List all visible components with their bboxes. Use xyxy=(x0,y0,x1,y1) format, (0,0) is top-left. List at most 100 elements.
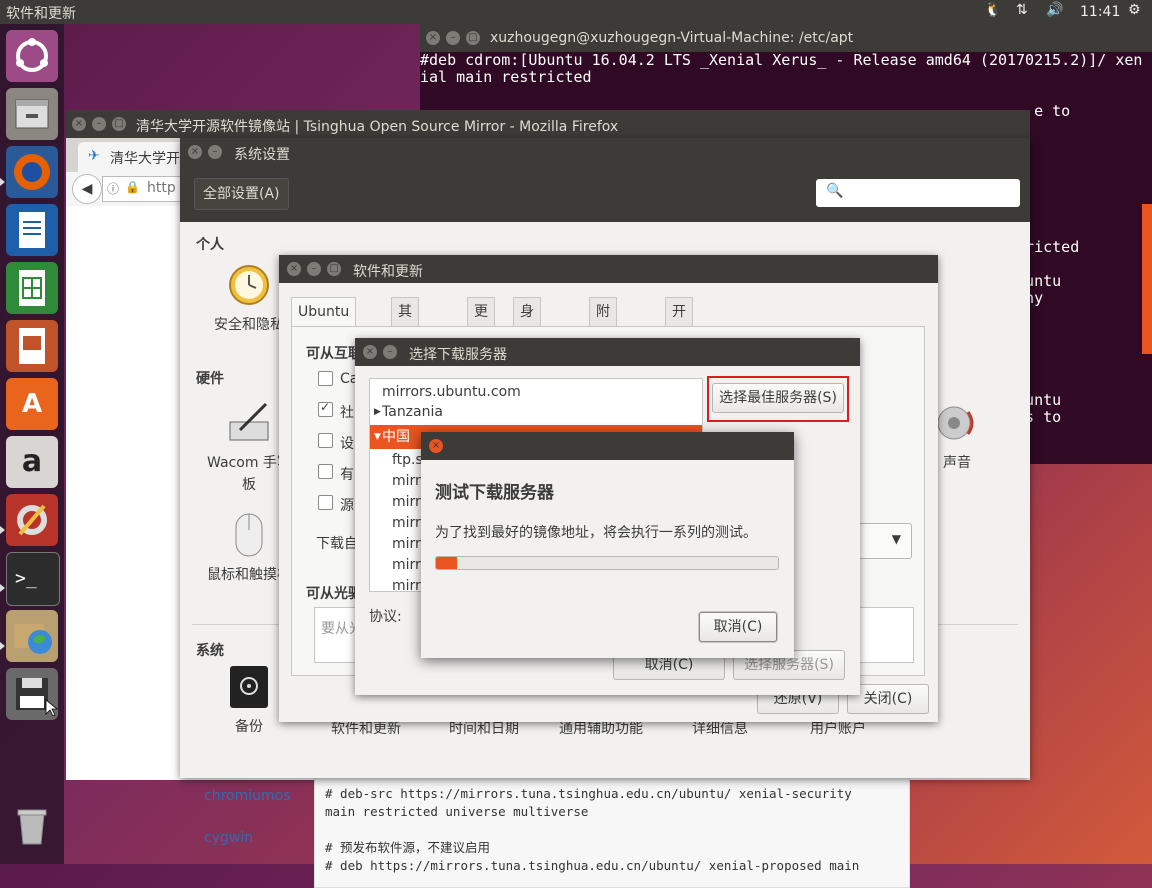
check-icon: ✓ xyxy=(320,400,331,414)
cs-title: 选择下载服务器 xyxy=(409,347,507,363)
terminal-scrollbar[interactable] xyxy=(1142,204,1152,354)
tab-developer-options[interactable]: 开发者选项 xyxy=(665,297,693,432)
network-icon[interactable]: ⇅ xyxy=(1016,2,1028,18)
files-icon[interactable] xyxy=(6,88,58,140)
checkbox-restricted[interactable] xyxy=(318,464,333,479)
protocol-label: 协议: xyxy=(369,609,402,625)
writer-icon[interactable] xyxy=(6,204,58,256)
minimize-icon[interactable]: – xyxy=(383,345,397,359)
checkbox-community[interactable]: ✓ xyxy=(318,400,333,417)
calc-icon[interactable] xyxy=(6,262,58,314)
launcher: A a >_ xyxy=(0,24,64,864)
close-icon[interactable]: × xyxy=(188,145,202,159)
url-text: http xyxy=(147,180,176,196)
minimize-icon[interactable]: – xyxy=(208,145,222,159)
list-item[interactable]: ▶ Tanzania xyxy=(370,401,702,423)
terminal-line: ial main restricted xyxy=(420,68,592,86)
clock-history-icon xyxy=(226,262,272,308)
checkbox-source[interactable] xyxy=(318,495,333,510)
close-icon[interactable]: × xyxy=(72,117,86,131)
all-settings-button[interactable]: 全部设置(A) xyxy=(194,178,289,210)
tux-icon[interactable]: 🐧 xyxy=(984,2,1001,18)
code-block: # deb-src https://mirrors.tuna.tsinghua.… xyxy=(314,776,910,888)
software-updates-icon[interactable] xyxy=(6,610,58,662)
tab-label: 清华大学开 xyxy=(110,151,180,167)
checkbox-label: 社 xyxy=(340,405,354,421)
close-icon[interactable]: × xyxy=(363,345,377,359)
dialog-heading: 测试下载服务器 xyxy=(435,483,554,503)
expander-icon[interactable]: ▶ xyxy=(374,401,381,423)
checkbox-label: 源 xyxy=(340,498,354,514)
checkbox-label: 设 xyxy=(340,436,354,452)
download-server-dropdown[interactable]: ▼ xyxy=(852,523,912,559)
minimize-icon[interactable]: – xyxy=(446,31,460,45)
test-servers-dialog: × 测试下载服务器 为了找到最好的镜像地址，将会执行一系列的测试。 取消(C) xyxy=(421,432,794,658)
tab-authentication[interactable]: 身份验证 xyxy=(513,297,541,404)
software-center-icon[interactable]: A xyxy=(6,378,58,430)
dialog-message: 为了找到最好的镜像地址，将会执行一系列的测试。 xyxy=(435,525,757,541)
search-icon: 🔍 xyxy=(826,183,844,199)
select-best-server-button[interactable]: 选择最佳服务器(S) xyxy=(712,383,844,413)
dash-icon[interactable] xyxy=(6,30,58,82)
gear-icon[interactable]: ⚙ xyxy=(1128,2,1141,18)
close-icon[interactable]: × xyxy=(426,31,440,45)
settings-item-label: 详细信息 xyxy=(692,721,748,737)
firefox-icon[interactable] xyxy=(6,146,58,198)
firefox-titlebar: × – □ 清华大学开源软件镜像站 | Tsinghua Open Source… xyxy=(66,110,1030,138)
info-icon[interactable]: ⓘ xyxy=(107,180,119,197)
terminal-titlebar: × – □ xuzhougegn@xuzhougegn-Virtual-Mach… xyxy=(420,24,1152,52)
save-disk-icon[interactable] xyxy=(6,668,59,720)
sidebar-link[interactable]: chromiumos xyxy=(204,788,290,804)
cs-titlebar: × – 选择下载服务器 xyxy=(355,338,860,366)
cancel-button[interactable]: 取消(C) xyxy=(699,612,777,642)
back-button[interactable]: ◀ xyxy=(72,174,102,204)
active-app-title: 软件和更新 xyxy=(6,6,76,22)
td-titlebar: × xyxy=(421,432,794,460)
mouse-icon xyxy=(226,512,272,558)
search-input[interactable]: 🔍 xyxy=(816,179,1020,207)
code-line: # deb https://mirrors.tuna.tsinghua.edu.… xyxy=(325,858,860,873)
download-from-label: 下载自 xyxy=(316,536,358,552)
maximize-icon[interactable]: □ xyxy=(327,262,341,276)
minimize-icon[interactable]: – xyxy=(307,262,321,276)
sidebar-link[interactable]: cygwin xyxy=(204,830,253,846)
tab-other-software[interactable]: 其它软件 xyxy=(391,297,419,404)
tab-additional-drivers[interactable]: 附加驱动 xyxy=(589,297,617,404)
category-system: 系统 xyxy=(196,643,224,659)
category-personal: 个人 xyxy=(196,237,224,253)
code-line: main restricted universe multiverse xyxy=(325,804,589,819)
trash-icon[interactable] xyxy=(6,800,58,852)
url-bar[interactable]: ⓘ 🔒 http xyxy=(102,176,184,202)
settings-item-label: 软件和更新 xyxy=(331,721,401,737)
amazon-icon[interactable]: a xyxy=(6,436,58,488)
checkbox-drivers[interactable] xyxy=(318,433,333,448)
clock[interactable]: 11:41 xyxy=(1080,4,1120,20)
system-settings-icon[interactable] xyxy=(6,494,58,546)
terminal-icon[interactable]: >_ xyxy=(6,552,60,606)
impress-icon[interactable] xyxy=(6,320,58,372)
close-icon[interactable]: × xyxy=(429,439,443,453)
close-icon[interactable]: × xyxy=(287,262,301,276)
checkbox-canonical[interactable] xyxy=(318,371,333,386)
settings-title: 系统设置 xyxy=(234,147,290,163)
maximize-icon[interactable]: □ xyxy=(466,31,480,45)
expander-icon[interactable]: ▼ xyxy=(374,425,381,449)
minimize-icon[interactable]: – xyxy=(92,117,106,131)
list-item-label: Tanzania xyxy=(382,404,443,420)
settings-item-label: 时间和日期 xyxy=(449,721,519,737)
chevron-down-icon: ▼ xyxy=(891,532,901,546)
tuna-logo-icon: ✈ xyxy=(88,148,100,164)
progress-fill xyxy=(436,557,457,569)
terminal-line: #deb cdrom:[Ubuntu 16.04.2 LTS _Xenial X… xyxy=(420,51,1143,69)
tab-updates[interactable]: 更新 xyxy=(467,297,495,348)
settings-item-label: 声音 xyxy=(943,455,971,471)
tab-ubuntu-software[interactable]: Ubuntu 软件 xyxy=(291,297,357,348)
settings-titlebar: × – 系统设置 xyxy=(180,138,1030,166)
volume-icon[interactable]: 🔊 xyxy=(1046,2,1063,18)
list-item[interactable]: mirrors.ubuntu.com xyxy=(370,381,702,403)
firefox-title: 清华大学开源软件镜像站 | Tsinghua Open Source Mirro… xyxy=(136,119,619,135)
maximize-icon[interactable]: □ xyxy=(112,117,126,131)
code-line: # deb-src https://mirrors.tuna.tsinghua.… xyxy=(325,786,852,801)
